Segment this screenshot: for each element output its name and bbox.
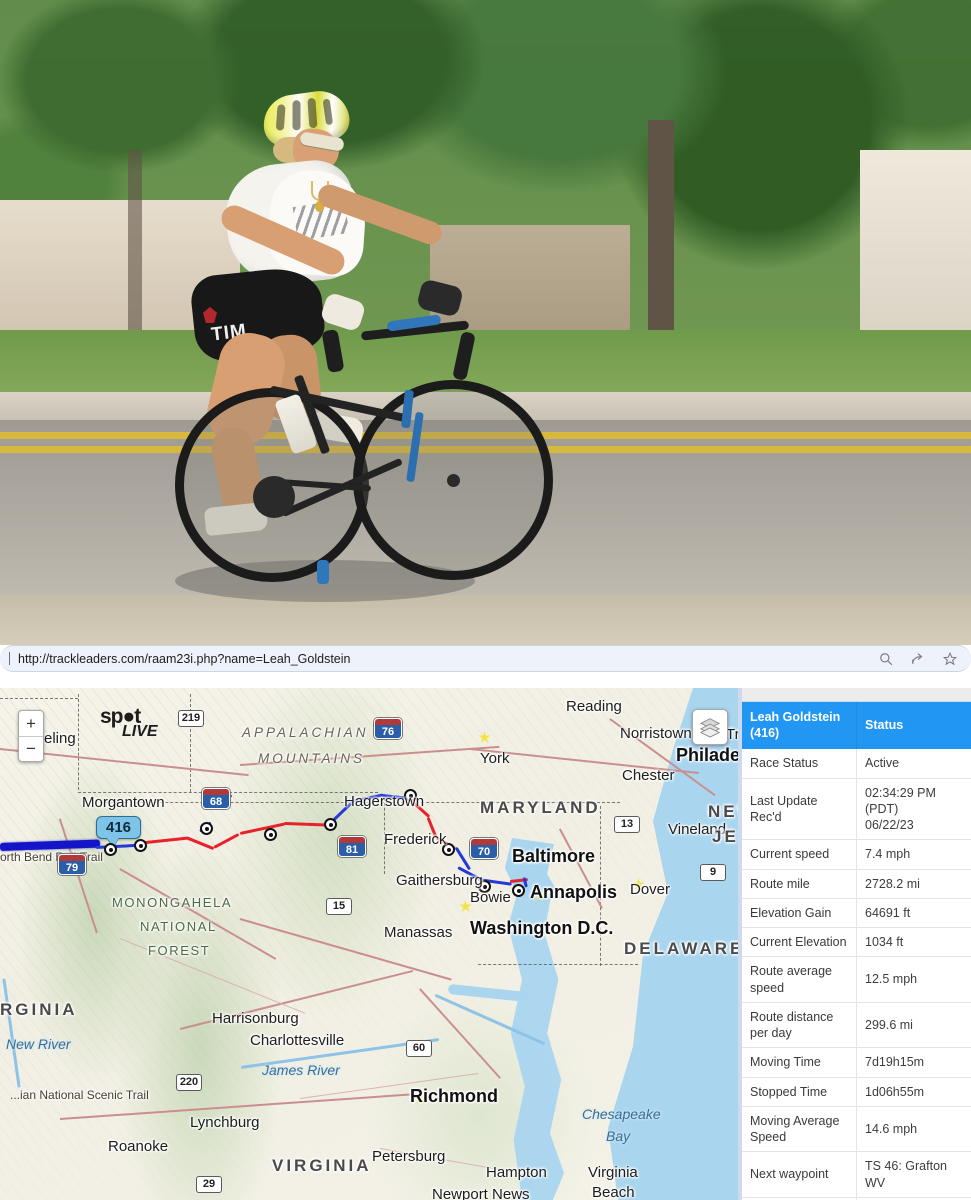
- highway-shield: 79: [58, 854, 86, 875]
- waypoint-marker[interactable]: [264, 828, 277, 841]
- stat-key: Last Update Rec'd: [742, 778, 857, 841]
- stat-key: Current speed: [742, 839, 857, 870]
- layers-icon: [699, 718, 721, 738]
- address-bar-actions: [879, 651, 957, 666]
- table-row: Last Update Rec'd 02:34:29 PM (PDT) 06/22/…: [742, 778, 971, 841]
- photo-tree-trunk-2: [128, 150, 142, 350]
- highway-shield: 68: [202, 788, 230, 809]
- stat-key: Moving Time: [742, 1047, 857, 1078]
- state-border-5: [600, 806, 601, 966]
- rider-stats-body: Race Status Active Last Update Rec'd 02:34:…: [742, 749, 971, 1200]
- photo-bicycle: [165, 270, 553, 610]
- highway-shield: 220: [176, 1074, 202, 1091]
- table-row: Current speed 7.4 mph: [742, 839, 971, 870]
- stat-key: Current Elevation: [742, 927, 857, 958]
- stat-value: 02:34:29 PM (PDT) 06/22/23: [856, 778, 971, 841]
- stat-value: 2728.2 mi: [856, 869, 971, 899]
- app-window: TIM http://trackleaders.com/raam23i.php?…: [0, 0, 971, 1200]
- state-border-2: [78, 694, 79, 790]
- address-bar-url[interactable]: http://trackleaders.com/raam23i.php?name…: [18, 652, 351, 666]
- highway-shield: 60: [406, 1040, 432, 1057]
- status-header: Status: [856, 702, 971, 750]
- stat-key: Moving Average Speed: [742, 1106, 857, 1153]
- cyclist-photo: TIM: [0, 0, 971, 645]
- state-border-6: [478, 964, 638, 965]
- waypoint-marker[interactable]: [442, 843, 455, 856]
- search-page-icon[interactable]: [879, 652, 893, 666]
- spot-logo-bottom: LIVE: [122, 723, 158, 740]
- table-row: Moving Time 7d19h15m: [742, 1047, 971, 1078]
- photo-shoulder: [0, 595, 971, 645]
- highway-shield: 13: [614, 816, 640, 833]
- rider-marker-label[interactable]: 416: [96, 816, 142, 839]
- stat-value: 7.4 mph: [856, 839, 971, 870]
- stat-value: 12.5 mph: [856, 956, 971, 1003]
- waypoint-marker[interactable]: [404, 789, 417, 802]
- waypoint-marker[interactable]: [200, 822, 213, 835]
- stat-value: 1034 ft: [856, 927, 971, 958]
- stat-key: Route average speed: [742, 956, 857, 1003]
- bike-brake-lever-left: [321, 328, 345, 374]
- waypoint-marker[interactable]: [478, 880, 491, 893]
- zoom-in-button[interactable]: +: [19, 711, 43, 737]
- state-border-1: [0, 698, 78, 699]
- browser-chrome-gap: [0, 672, 971, 688]
- stat-key: Route distance per day: [742, 1002, 857, 1049]
- stat-value: 7d19h15m: [856, 1047, 971, 1078]
- highway-shield: 9: [700, 864, 726, 881]
- stat-value: Active: [856, 749, 971, 779]
- table-header-row: Leah Goldstein (416) Status: [742, 702, 971, 750]
- stat-key: Elevation Gain: [742, 898, 857, 929]
- browser-address-bar[interactable]: http://trackleaders.com/raam23i.php?name…: [0, 645, 971, 672]
- text-cursor: [9, 652, 10, 665]
- highway-shield: 81: [338, 836, 366, 857]
- stat-key: Stopped Time: [742, 1077, 857, 1107]
- table-row: Current Elevation 1034 ft: [742, 927, 971, 958]
- table-row: Route distance per day 299.6 mi: [742, 1002, 971, 1049]
- highway-shield: 15: [326, 898, 352, 915]
- map-zoom-control[interactable]: + −: [18, 710, 44, 762]
- stat-key: Next waypoint: [742, 1151, 857, 1198]
- state-border-4: [100, 802, 620, 803]
- bike-front-hub: [447, 474, 460, 487]
- table-row: Elevation Gain 64691 ft: [742, 898, 971, 929]
- stat-value: 14.6 mph: [856, 1106, 971, 1153]
- share-icon[interactable]: [911, 652, 925, 666]
- rider-stats-table: Leah Goldstein (416) Status Race Status A…: [742, 702, 971, 1200]
- highway-shield: 29: [196, 1176, 222, 1193]
- bike-brake-lever: [452, 331, 476, 381]
- stat-key: Route mile: [742, 869, 857, 899]
- stat-value: 299.6 mi: [856, 1002, 971, 1049]
- stat-key: Race Status: [742, 749, 857, 779]
- highway-shield: 70: [470, 838, 498, 859]
- table-row: Moving Average Speed 14.6 mph: [742, 1106, 971, 1153]
- rider-position-dot[interactable]: [104, 843, 117, 856]
- bike-stem-tape: [317, 560, 329, 584]
- stat-value: 1d06h55m: [856, 1077, 971, 1107]
- panel-top-strip: [742, 688, 971, 702]
- stat-value: 64691 ft: [856, 898, 971, 929]
- state-border-7: [190, 694, 191, 792]
- spot-live-logo: sp●t LIVE: [100, 706, 158, 740]
- bike-crankset: [253, 476, 295, 518]
- table-row: Route average speed 12.5 mph: [742, 956, 971, 1003]
- highway-shield: 76: [374, 718, 402, 739]
- highway-shield: 219: [178, 710, 204, 727]
- tracking-map[interactable]: eling Morgantown APPALACHIAN MOUNTAINS Hager…: [0, 688, 738, 1200]
- table-row: Race Status Active: [742, 749, 971, 779]
- waypoint-marker[interactable]: [324, 818, 337, 831]
- map-layers-button[interactable]: [692, 709, 728, 745]
- state-border-8: [384, 798, 385, 874]
- zoom-out-button[interactable]: −: [19, 737, 43, 762]
- waypoint-marker[interactable]: [134, 839, 147, 852]
- table-row: Next waypoint TS 46: Grafton WV: [742, 1151, 971, 1198]
- table-row: Route mile 2728.2 mi: [742, 869, 971, 899]
- rider-name-header: Leah Goldstein (416): [742, 702, 857, 750]
- stat-value: TS 46: Grafton WV: [856, 1151, 971, 1198]
- table-row: Stopped Time 1d06h55m: [742, 1077, 971, 1107]
- rider-stats-panel: Leah Goldstein (416) Status Race Status A…: [742, 688, 971, 1200]
- bookmark-star-icon[interactable]: [943, 651, 957, 666]
- waypoint-marker[interactable]: [512, 884, 525, 897]
- rider-position-marker[interactable]: 416: [96, 816, 142, 839]
